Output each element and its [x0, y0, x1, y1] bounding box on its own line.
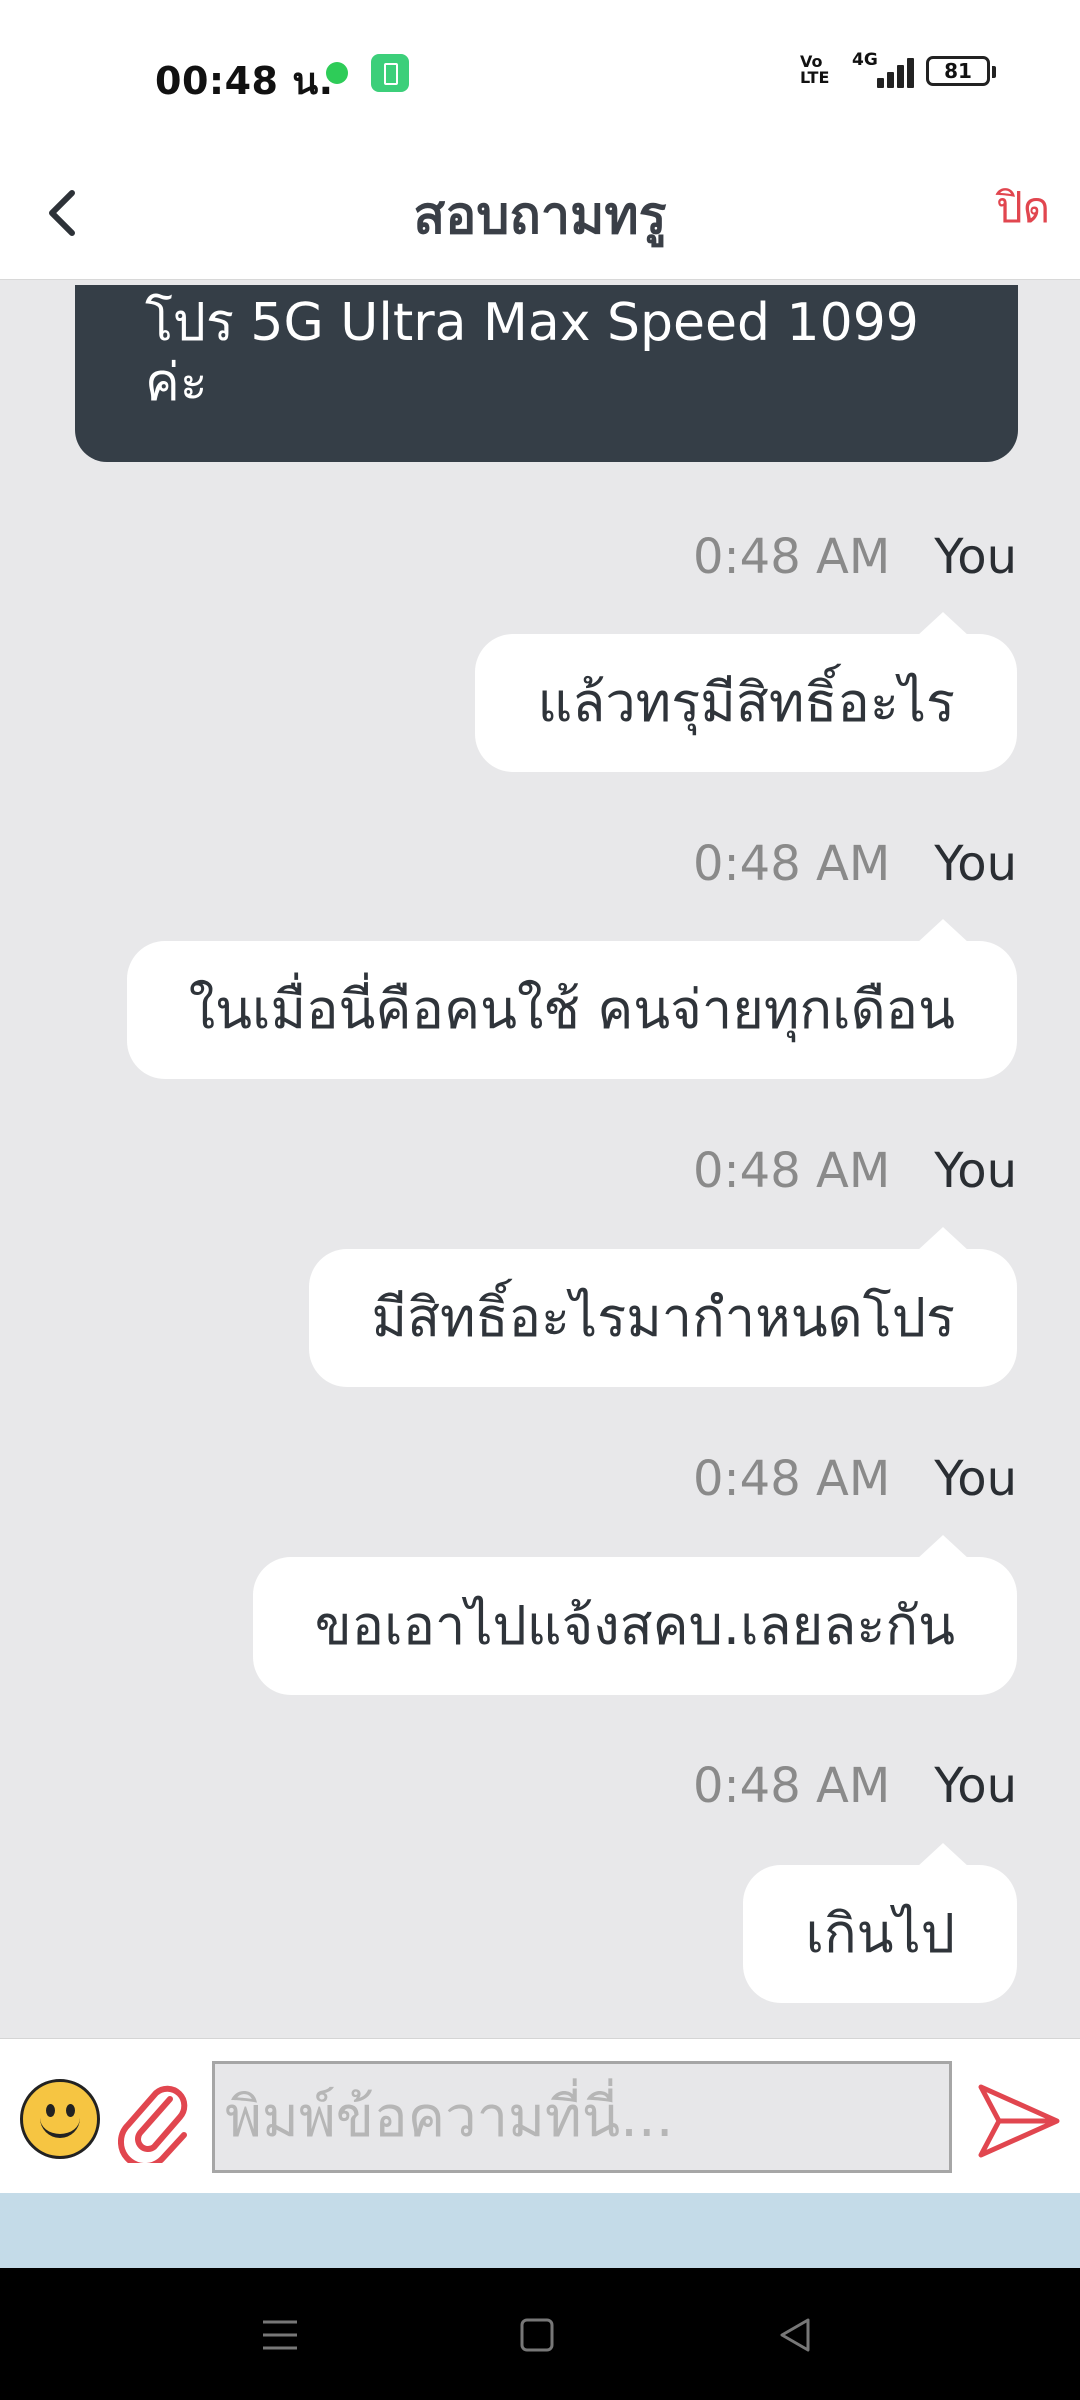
message-time: 0:48 AM — [692, 1143, 891, 1199]
page-title: สอบถามทรู — [413, 186, 667, 246]
battery-level: 81 — [944, 59, 972, 83]
volte-label: Vo LTE — [800, 52, 830, 87]
message-sender: You — [934, 1143, 1017, 1199]
user-message-bubble: เกินไป — [743, 1843, 1017, 2003]
emoji-button[interactable] — [20, 2079, 100, 2159]
home-square-icon — [520, 2318, 554, 2352]
status-time: 00:48 น. — [155, 59, 334, 103]
message-meta: 0:48 AM You — [693, 529, 1017, 585]
chat-notification-icon — [326, 62, 348, 84]
menu-icon — [263, 2320, 297, 2350]
smiley-icon — [40, 2114, 80, 2138]
user-message-bubble: มีสิทธิ์อะไรมากำหนดโปร — [309, 1227, 1017, 1387]
back-nav-button[interactable] — [770, 2310, 820, 2360]
message-text: แล้วทรุมีสิทธิ์อะไร — [537, 671, 955, 734]
volte-icon: Vo LTE — [800, 54, 834, 86]
message-text: ในเมื่อนี่คือคนใช้ คนจ่ายทุกเดือน — [188, 978, 955, 1041]
back-triangle-icon — [780, 2318, 810, 2352]
message-meta: 0:48 AM You — [693, 836, 1017, 892]
message-text: มีสิทธิ์อะไรมากำหนดโปร — [371, 1286, 955, 1349]
system-nav-bar — [0, 2268, 1080, 2400]
message-meta: 0:48 AM You — [693, 1758, 1017, 1814]
message-text: ขอเอาไปแจ้งสคบ.เลยละกัน — [314, 1594, 955, 1657]
message-time: 0:48 AM — [692, 529, 891, 585]
keyboard-area-strip — [0, 2193, 1080, 2268]
close-button[interactable]: ปิด — [996, 175, 1050, 241]
menu-nav-button[interactable] — [255, 2310, 305, 2360]
status-bar: 00:48 น. Vo LTE 4G 81 — [0, 0, 1080, 145]
message-time: 0:48 AM — [692, 836, 891, 892]
battery-app-notification-icon — [371, 54, 409, 92]
message-input[interactable] — [212, 2061, 952, 2173]
send-icon — [978, 2084, 1060, 2158]
chat-thread[interactable]: โปร 5G Ultra Max Speed 1099 ค่ะ 0:48 AM Y… — [0, 281, 1080, 2038]
message-sender: You — [934, 1451, 1017, 1507]
message-sender: You — [934, 1758, 1017, 1814]
user-message-bubble: ขอเอาไปแจ้งสคบ.เลยละกัน — [252, 1535, 1017, 1695]
message-meta: 0:48 AM You — [693, 1143, 1017, 1199]
send-button[interactable] — [973, 2079, 1063, 2163]
message-text: เกินไป — [805, 1902, 955, 1965]
message-meta: 0:48 AM You — [693, 1451, 1017, 1507]
chat-header: สอบถามทรู ปิด — [0, 145, 1080, 280]
paperclip-icon — [117, 2085, 188, 2170]
message-sender: You — [934, 529, 1017, 585]
agent-message-bubble: โปร 5G Ultra Max Speed 1099 ค่ะ — [75, 285, 1018, 462]
user-message-bubble: ในเมื่อนี่คือคนใช้ คนจ่ายทุกเดือน — [126, 919, 1017, 1079]
home-nav-button[interactable] — [512, 2310, 562, 2360]
attach-button[interactable] — [117, 2077, 190, 2170]
user-message-bubble: แล้วทรุมีสิทธิ์อะไร — [475, 612, 1017, 772]
message-composer — [0, 2038, 1080, 2193]
message-time: 0:48 AM — [692, 1758, 891, 1814]
message-time: 0:48 AM — [692, 1451, 891, 1507]
agent-message-text: โปร 5G Ultra Max Speed 1099 ค่ะ — [145, 293, 919, 413]
message-sender: You — [934, 836, 1017, 892]
signal-icon — [865, 58, 915, 88]
battery-icon: 81 — [926, 56, 996, 86]
